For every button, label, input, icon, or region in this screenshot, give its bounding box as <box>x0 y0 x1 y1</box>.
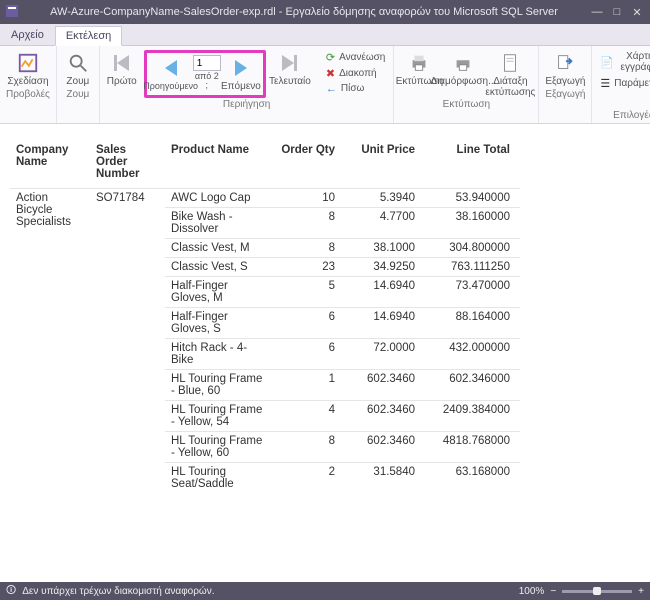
design-icon <box>15 50 41 76</box>
page-nav-highlight: Προηγούμενο από 2 ; Επόμενο <box>144 50 266 98</box>
params-button[interactable]: ☰ Παράμετροι <box>598 76 650 91</box>
app-title: Εργαλείο δόμησης αναφορών του Microsoft … <box>285 6 557 18</box>
tab-file[interactable]: Αρχείο <box>0 25 55 45</box>
ribbon: Σχεδίαση Προβολές Ζουμ Ζουμ Πρώτο Προ <box>0 46 650 124</box>
page-of-label: από 2 ; <box>193 72 221 91</box>
doc-filename: AW-Azure-CompanyName-SalesOrder-exp.rdl <box>50 6 276 18</box>
statusbar: 🛈 Δεν υπάρχει τρέχων διακομιστή αναφορών… <box>0 582 650 600</box>
ribbon-tabs: Αρχείο Εκτέλεση <box>0 24 650 46</box>
design-button[interactable]: Σχεδίαση <box>9 50 47 88</box>
zoom-slider[interactable] <box>562 590 632 593</box>
status-icon: 🛈 <box>6 583 16 600</box>
group-views: Σχεδίαση Προβολές <box>0 46 57 123</box>
col-qty: Order Qty <box>275 140 345 189</box>
page-setup-button[interactable]: Διαμόρφωση... <box>444 50 482 88</box>
params-icon: ☰ <box>600 77 610 90</box>
next-page-button[interactable]: Επόμενο <box>223 55 259 93</box>
close-button[interactable]: ✕ <box>630 5 644 19</box>
last-icon <box>277 50 303 76</box>
app-icon <box>6 5 18 20</box>
company-cell: Action Bicycle Specialists <box>10 189 90 494</box>
col-order: Sales Order Number <box>90 140 165 189</box>
minimize-button[interactable]: — <box>590 5 604 19</box>
group-export: Εξαγωγή Εξαγωγή <box>539 46 592 123</box>
order-cell: SO71784 <box>90 189 165 494</box>
zoom-in-button[interactable]: + <box>638 586 644 597</box>
zoom-icon <box>65 50 91 76</box>
first-page-button[interactable]: Πρώτο <box>106 50 138 88</box>
report-table: Company Name Sales Order Number Product … <box>10 140 520 493</box>
back-button[interactable]: ← Πίσω <box>324 82 388 96</box>
current-page-input[interactable] <box>193 55 221 71</box>
page-number-box: από 2 ; <box>193 55 221 91</box>
zoom-out-button[interactable]: − <box>550 586 556 597</box>
col-price: Unit Price <box>345 140 425 189</box>
prev-page-button[interactable]: Προηγούμενο <box>151 55 191 91</box>
zoom-label: 100% <box>519 586 545 597</box>
export-button[interactable]: Εξαγωγή <box>546 50 584 88</box>
stop-icon: ✖ <box>326 67 335 80</box>
col-total: Line Total <box>425 140 520 189</box>
col-company: Company Name <box>10 140 90 189</box>
refresh-icon: ⟳ <box>326 51 335 64</box>
maximize-button[interactable]: □ <box>610 5 624 19</box>
first-icon <box>109 50 135 76</box>
zoom-button[interactable]: Ζουμ <box>63 50 93 88</box>
export-icon <box>552 50 578 76</box>
table-row: Action Bicycle SpecialistsSO71784AWC Log… <box>10 189 520 208</box>
stop-button[interactable]: ✖ Διακοπή <box>324 66 388 81</box>
next-icon <box>228 55 254 81</box>
col-product: Product Name <box>165 140 275 189</box>
titlebar: AW-Azure-CompanyName-SalesOrder-exp.rdl … <box>0 0 650 24</box>
docmap-icon: 📄 <box>600 56 614 69</box>
group-zoom: Ζουμ Ζουμ <box>57 46 100 123</box>
print-layout-button[interactable]: Διάταξη εκτύπωσης <box>488 50 532 98</box>
group-options: 📄 Χάρτης εγγράφου ☰ Παράμετροι Επιλογές <box>592 46 650 123</box>
tab-run[interactable]: Εκτέλεση <box>55 26 122 46</box>
status-message: Δεν υπάρχει τρέχων διακομιστή αναφορών. <box>22 586 214 597</box>
print-layout-icon <box>497 50 523 76</box>
docmap-button[interactable]: 📄 Χάρτης εγγράφου <box>598 50 650 74</box>
prev-icon <box>158 55 184 81</box>
refresh-button[interactable]: ⟳ Ανανέωση <box>324 50 388 65</box>
back-icon: ← <box>326 83 337 95</box>
group-nav: Πρώτο Προηγούμενο από 2 ; Επόμενο <box>100 46 395 123</box>
page-setup-icon <box>450 50 476 76</box>
group-print: Εκτύπωση Διαμόρφωση... Διάταξη εκτύπωσης… <box>394 46 539 123</box>
last-page-button[interactable]: Τελευταίο <box>272 50 308 88</box>
report-viewer[interactable]: Company Name Sales Order Number Product … <box>0 124 650 582</box>
print-icon <box>406 50 432 76</box>
